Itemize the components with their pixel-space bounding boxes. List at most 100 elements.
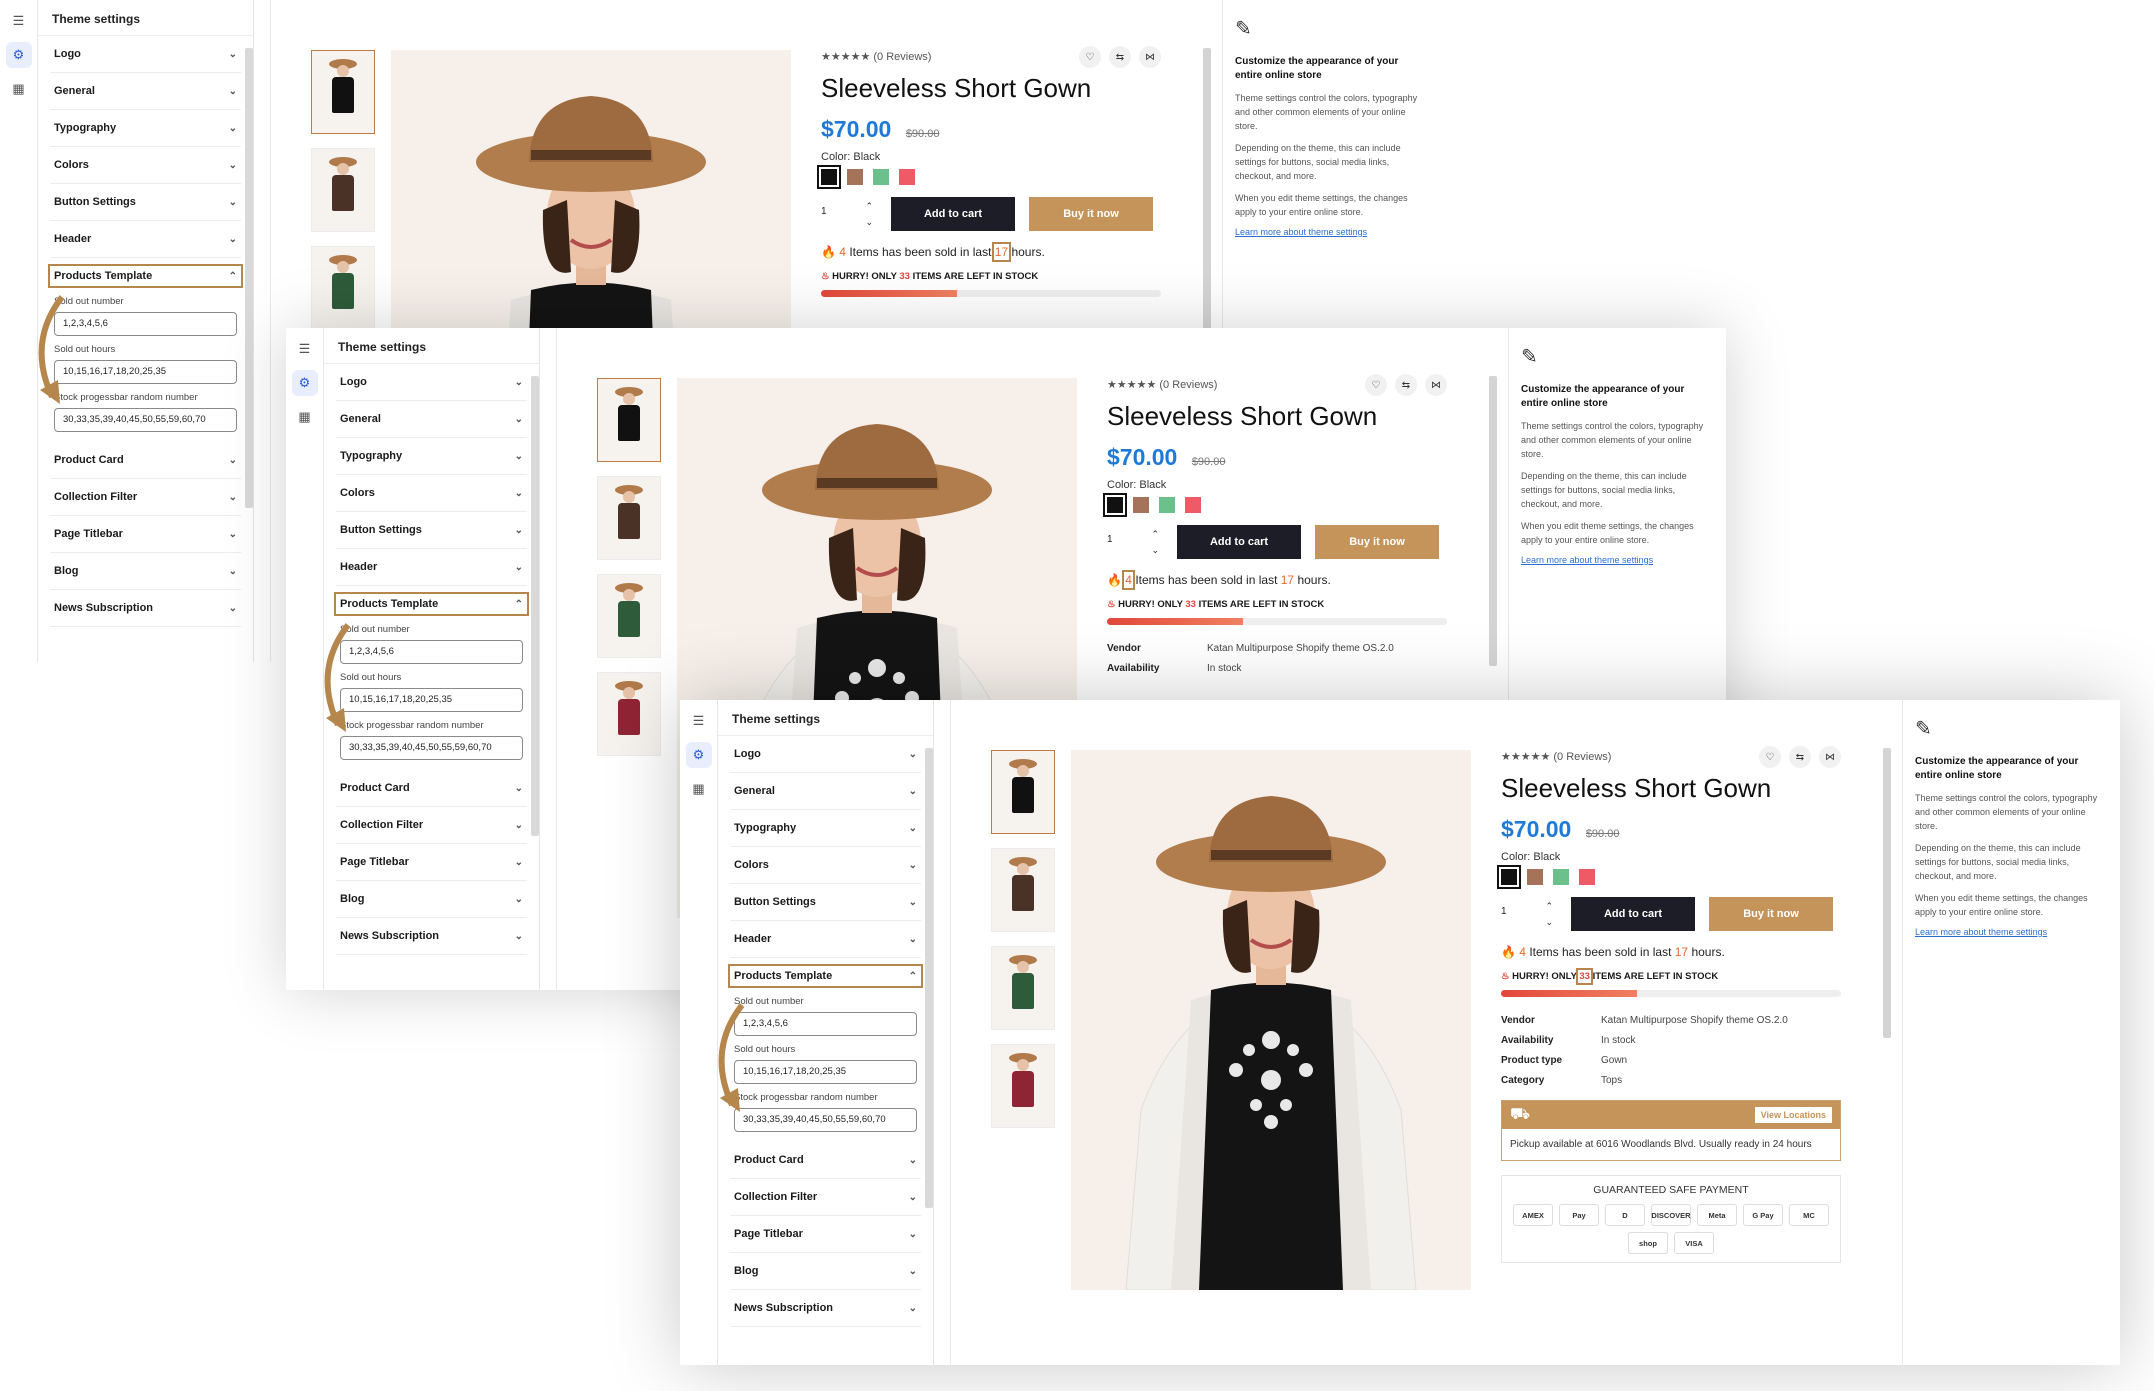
sections-icon[interactable]: ☰ (6, 8, 32, 34)
color-swatch[interactable] (1497, 865, 1521, 889)
stepper-arrows-icon[interactable]: ⌃ ⌄ (1151, 526, 1159, 558)
quantity-stepper[interactable]: 1 ⌃ ⌄ (1501, 898, 1557, 930)
settings-section[interactable]: Colors ⌄ (336, 475, 527, 512)
product-thumbnail[interactable] (311, 50, 375, 134)
color-swatch[interactable] (1553, 869, 1569, 885)
color-swatch[interactable] (847, 169, 863, 185)
settings-section[interactable]: Collection Filter ⌄ (730, 1179, 921, 1216)
settings-section[interactable]: Collection Filter ⌄ (336, 807, 527, 844)
product-thumbnail[interactable] (991, 1044, 1055, 1128)
theme-settings-gear-icon[interactable]: ⚙ (5, 42, 32, 68)
color-swatch[interactable] (1185, 497, 1201, 513)
apps-icon[interactable]: ▦ (6, 76, 32, 102)
color-swatch[interactable] (873, 169, 889, 185)
preview-scrollbar[interactable] (1883, 748, 1891, 1038)
stepper-arrows-icon[interactable]: ⌃ ⌄ (1545, 898, 1553, 930)
settings-section[interactable]: Typography ⌄ (336, 438, 527, 475)
add-to-cart-button[interactable]: Add to cart (891, 197, 1015, 231)
product-thumbnail[interactable] (311, 148, 375, 232)
product-thumbnail[interactable] (597, 476, 661, 560)
settings-section[interactable]: Button Settings ⌄ (50, 184, 241, 221)
product-thumbnail[interactable] (991, 848, 1055, 932)
quantity-stepper[interactable]: 1 ⌃ ⌄ (1107, 526, 1163, 558)
settings-section[interactable]: Button Settings ⌄ (730, 884, 921, 921)
product-thumbnail[interactable] (597, 378, 661, 462)
share-icon[interactable]: ⋈ (1425, 374, 1447, 396)
settings-section[interactable]: Button Settings ⌄ (336, 512, 527, 549)
apps-icon[interactable]: ▦ (686, 776, 712, 802)
settings-section[interactable]: News Subscription ⌄ (50, 590, 241, 627)
wishlist-heart-icon[interactable]: ♡ (1365, 374, 1387, 396)
settings-section[interactable]: General ⌄ (336, 401, 527, 438)
section-products-template[interactable]: Products Template ⌃ (48, 264, 243, 288)
settings-scrollbar[interactable] (531, 376, 539, 836)
settings-scrollbar[interactable] (245, 48, 253, 508)
share-icon[interactable]: ⋈ (1819, 746, 1841, 768)
settings-section[interactable]: Page Titlebar ⌄ (730, 1216, 921, 1253)
section-products-template[interactable]: Products Template ⌃ (728, 964, 923, 988)
help-link[interactable]: Learn more about theme settings (1235, 227, 1428, 237)
settings-section[interactable]: News Subscription ⌄ (730, 1290, 921, 1327)
settings-section[interactable]: Product Card ⌄ (50, 442, 241, 479)
chevron-up-icon: ⌃ (908, 970, 917, 982)
add-to-cart-button[interactable]: Add to cart (1571, 897, 1695, 931)
settings-section[interactable]: Blog ⌄ (730, 1253, 921, 1290)
buy-it-now-button[interactable]: Buy it now (1709, 897, 1833, 931)
product-thumbnail[interactable] (991, 750, 1055, 834)
settings-scrollbar[interactable] (925, 748, 933, 1208)
stepper-arrows-icon[interactable]: ⌃ ⌄ (865, 198, 873, 230)
color-swatch[interactable] (1579, 869, 1595, 885)
settings-section[interactable]: Logo ⌄ (50, 36, 241, 73)
settings-section[interactable]: Header ⌄ (730, 921, 921, 958)
product-thumbnail[interactable] (597, 574, 661, 658)
sections-icon[interactable]: ☰ (292, 336, 318, 362)
settings-section[interactable]: Logo ⌄ (730, 736, 921, 773)
settings-section[interactable]: Typography ⌄ (730, 810, 921, 847)
help-link[interactable]: Learn more about theme settings (1521, 555, 1714, 565)
color-swatch[interactable] (817, 165, 841, 189)
settings-section[interactable]: Header ⌄ (50, 221, 241, 258)
wishlist-heart-icon[interactable]: ♡ (1759, 746, 1781, 768)
color-swatch[interactable] (1103, 493, 1127, 517)
theme-settings-gear-icon[interactable]: ⚙ (685, 742, 712, 768)
settings-section[interactable]: Product Card ⌄ (730, 1142, 921, 1179)
buy-it-now-button[interactable]: Buy it now (1315, 525, 1439, 559)
color-swatch[interactable] (1527, 869, 1543, 885)
settings-section[interactable]: Collection Filter ⌄ (50, 479, 241, 516)
settings-section[interactable]: Logo ⌄ (336, 364, 527, 401)
preview-scrollbar[interactable] (1489, 376, 1497, 666)
settings-section[interactable]: General ⌄ (50, 73, 241, 110)
compare-icon[interactable]: ⇆ (1109, 46, 1131, 68)
quantity-stepper[interactable]: 1 ⌃ ⌄ (821, 198, 877, 230)
product-thumbnail[interactable] (991, 946, 1055, 1030)
settings-section[interactable]: Page Titlebar ⌄ (336, 844, 527, 881)
product-thumbnail[interactable] (311, 246, 375, 330)
product-thumbnail[interactable] (597, 672, 661, 756)
settings-section[interactable]: Typography ⌄ (50, 110, 241, 147)
settings-section[interactable]: Header ⌄ (336, 549, 527, 586)
section-products-template[interactable]: Products Template ⌃ (334, 592, 529, 616)
settings-section[interactable]: Page Titlebar ⌄ (50, 516, 241, 553)
theme-settings-gear-icon[interactable]: ⚙ (291, 370, 318, 396)
color-swatch[interactable] (899, 169, 915, 185)
compare-icon[interactable]: ⇆ (1789, 746, 1811, 768)
sections-icon[interactable]: ☰ (686, 708, 712, 734)
view-locations-button[interactable]: View Locations (1754, 1107, 1832, 1123)
compare-icon[interactable]: ⇆ (1395, 374, 1417, 396)
wishlist-heart-icon[interactable]: ♡ (1079, 46, 1101, 68)
settings-section[interactable]: Blog ⌄ (336, 881, 527, 918)
settings-section[interactable]: General ⌄ (730, 773, 921, 810)
settings-section[interactable]: Colors ⌄ (50, 147, 241, 184)
settings-section[interactable]: Colors ⌄ (730, 847, 921, 884)
settings-section[interactable]: Blog ⌄ (50, 553, 241, 590)
share-icon[interactable]: ⋈ (1139, 46, 1161, 68)
buy-it-now-button[interactable]: Buy it now (1029, 197, 1153, 231)
help-link[interactable]: Learn more about theme settings (1915, 927, 2108, 937)
preview-scrollbar[interactable] (1203, 48, 1211, 338)
settings-section[interactable]: News Subscription ⌄ (336, 918, 527, 955)
apps-icon[interactable]: ▦ (292, 404, 318, 430)
add-to-cart-button[interactable]: Add to cart (1177, 525, 1301, 559)
settings-section[interactable]: Product Card ⌄ (336, 770, 527, 807)
color-swatch[interactable] (1133, 497, 1149, 513)
color-swatch[interactable] (1159, 497, 1175, 513)
